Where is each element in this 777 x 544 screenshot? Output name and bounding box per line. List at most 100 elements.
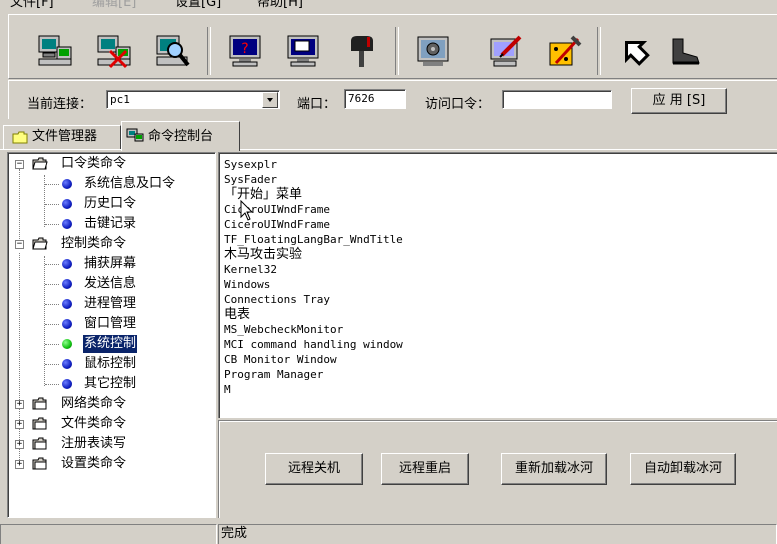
mouse-cursor-icon: [240, 200, 254, 221]
status-pane-left: [0, 524, 217, 544]
tab-command-console-label: 命令控制台: [148, 129, 214, 144]
output-line: 木马攻击实验: [224, 247, 303, 262]
computer-search-icon[interactable]: [155, 33, 191, 69]
svg-text:?: ?: [241, 41, 248, 57]
computer-icon: [126, 128, 144, 142]
output-line: Windows: [224, 278, 271, 291]
tree-item[interactable]: 系统信息及口令: [10, 174, 210, 194]
tree-group-network[interactable]: + 网络类命令: [10, 394, 210, 414]
expand-icon[interactable]: +: [15, 440, 24, 449]
tree-item-label: 进程管理: [84, 296, 137, 311]
tree-item[interactable]: 其它控制: [10, 374, 210, 394]
arrow-icon[interactable]: [617, 33, 653, 69]
expand-icon[interactable]: +: [15, 460, 24, 469]
menu-help[interactable]: 帮助[H]: [257, 0, 303, 12]
tree-group-label: 文件类命令: [61, 416, 127, 431]
output-line: SysFader: [224, 173, 277, 186]
open-folder-icon: [32, 237, 48, 250]
monitor-window-icon[interactable]: [285, 33, 321, 69]
tree-line: [45, 184, 59, 185]
tree-item-label: 击键记录: [84, 216, 137, 231]
action-panel: 远程关机 远程重启 重新加载冰河 自动卸载冰河: [218, 420, 777, 518]
menu-settings[interactable]: 设置[G]: [175, 0, 221, 12]
bullet-icon: [62, 339, 72, 349]
tree-group-settings[interactable]: + 设置类命令: [10, 454, 210, 474]
tree-group-file[interactable]: + 文件类命令: [10, 414, 210, 434]
tree-line: [45, 264, 59, 265]
monitor-help-icon[interactable]: ?: [227, 33, 263, 69]
tree-group-label: 网络类命令: [61, 396, 127, 411]
bullet-icon: [62, 379, 72, 389]
tree-line: [45, 304, 59, 305]
boot-icon[interactable]: [667, 33, 703, 69]
menu-bar: 文件[F] 编辑[E] 设置[G] 帮助[H]: [0, 0, 777, 14]
command-tree[interactable]: − 口令类命令 系统信息及口令 历史口令 击键记录 − 控制类命令 捕获屏幕 发…: [7, 152, 216, 518]
tree-item[interactable]: 进程管理: [10, 294, 210, 314]
remote-shutdown-button[interactable]: 远程关机: [265, 453, 363, 485]
output-line: 电表: [224, 307, 251, 322]
folder-icon: [32, 437, 47, 450]
expand-icon[interactable]: +: [15, 400, 24, 409]
folder-icon: [32, 397, 47, 410]
menu-file[interactable]: 文件[F]: [10, 0, 54, 12]
collapse-icon[interactable]: −: [15, 240, 24, 249]
connection-bar: 当前连接： pc1 端口： 7626 访问口令： 应 用 [S]: [8, 80, 777, 119]
tree-item[interactable]: 发送信息: [10, 274, 210, 294]
toolbar-separator: [207, 27, 211, 75]
menu-edit[interactable]: 编辑[E]: [92, 0, 136, 12]
password-label: 访问口令：: [425, 97, 491, 112]
tree-group-label: 注册表读写: [61, 436, 127, 451]
toolbar-separator: [395, 27, 399, 75]
computer-disconnect-icon[interactable]: [96, 33, 132, 69]
tree-item[interactable]: 鼠标控制: [10, 354, 210, 374]
chevron-down-icon[interactable]: [262, 92, 278, 108]
tree-line: [45, 284, 59, 285]
output-line: Kernel32: [224, 263, 277, 276]
port-label: 端口：: [297, 97, 337, 112]
status-bar: 完成: [0, 522, 777, 544]
tree-group-registry[interactable]: + 注册表读写: [10, 434, 210, 454]
password-input[interactable]: [502, 90, 612, 109]
output-text-area[interactable]: Sysexplr SysFader 「开始」菜单 CiceroUIWndFram…: [218, 152, 777, 418]
apply-button[interactable]: 应 用 [S]: [631, 88, 727, 114]
tree-item[interactable]: 历史口令: [10, 194, 210, 214]
current-connection-combo[interactable]: pc1: [106, 90, 280, 109]
output-line: M: [224, 383, 231, 396]
tree-line: [45, 224, 59, 225]
bullet-icon: [62, 299, 72, 309]
tree-group-label: 口令类命令: [61, 156, 127, 171]
monitor-edit-icon[interactable]: [488, 33, 524, 69]
current-connection-label: 当前连接：: [27, 97, 93, 112]
mailbox-icon[interactable]: [343, 33, 379, 69]
remote-restart-button[interactable]: 远程重启: [381, 453, 469, 485]
auto-unload-binghe-button[interactable]: 自动卸载冰河: [630, 453, 736, 485]
port-value: 7626: [348, 92, 375, 105]
expand-icon[interactable]: +: [15, 420, 24, 429]
tree-item[interactable]: 击键记录: [10, 214, 210, 234]
computer-connect-icon[interactable]: [37, 33, 73, 69]
tree-item[interactable]: 捕获屏幕: [10, 254, 210, 274]
output-line: TF_FloatingLangBar_WndTitle: [224, 233, 403, 246]
toolbar: ?: [8, 14, 777, 79]
tab-command-console[interactable]: 命令控制台: [121, 121, 240, 151]
bullet-icon: [62, 199, 72, 209]
open-folder-icon: [32, 157, 48, 170]
tree-group-password[interactable]: − 口令类命令: [10, 154, 210, 174]
output-line: Program Manager: [224, 368, 324, 381]
tab-file-manager[interactable]: 文件管理器: [3, 125, 121, 149]
port-input[interactable]: 7626: [344, 89, 406, 109]
tools-icon[interactable]: [546, 33, 582, 69]
tree-group-control[interactable]: − 控制类命令: [10, 234, 210, 254]
tree-item-selected[interactable]: 系统控制: [10, 334, 210, 354]
tree-item[interactable]: 窗口管理: [10, 314, 210, 334]
tree-item-label: 历史口令: [84, 196, 137, 211]
tree-line: [45, 324, 59, 325]
tree-line: [45, 384, 59, 385]
gear-monitor-icon[interactable]: [415, 33, 451, 69]
collapse-icon[interactable]: −: [15, 160, 24, 169]
reload-binghe-button[interactable]: 重新加载冰河: [501, 453, 607, 485]
tree-item-label: 窗口管理: [84, 316, 137, 331]
bullet-icon: [62, 319, 72, 329]
tree-item-label: 系统控制: [83, 335, 138, 353]
current-connection-value: pc1: [110, 93, 130, 106]
